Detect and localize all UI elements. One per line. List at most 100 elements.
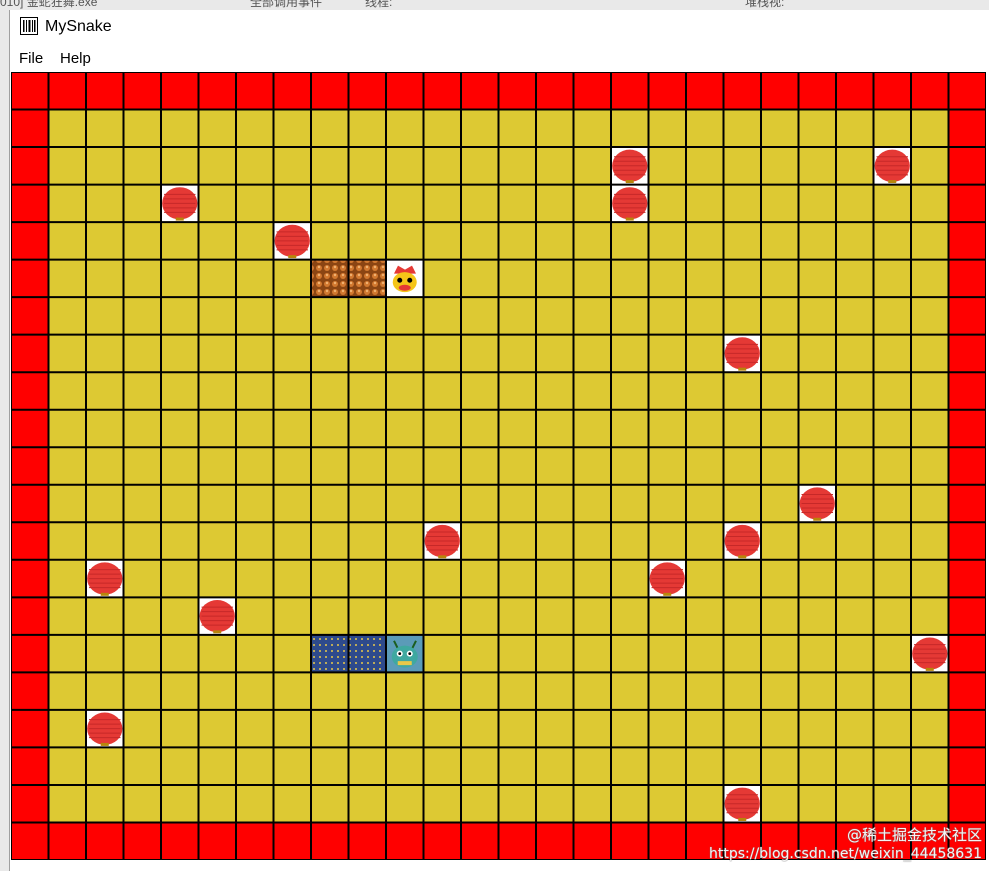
floor-cell xyxy=(911,447,949,485)
floor-cell xyxy=(686,185,724,223)
floor-cell xyxy=(911,147,949,185)
wall-cell xyxy=(499,72,537,110)
floor-cell xyxy=(386,597,424,635)
floor-cell xyxy=(49,335,87,373)
floor-cell xyxy=(499,372,537,410)
floor-cell xyxy=(86,260,124,298)
floor-cell xyxy=(874,110,912,148)
floor-cell xyxy=(424,222,462,260)
wall-cell xyxy=(199,822,237,860)
wall-cell xyxy=(836,72,874,110)
floor-cell xyxy=(649,260,687,298)
wall-cell xyxy=(11,560,49,598)
lion-snake-body-segment xyxy=(349,260,387,298)
floor-cell xyxy=(86,447,124,485)
floor-cell xyxy=(724,560,762,598)
floor-cell xyxy=(161,522,199,560)
floor-cell xyxy=(686,410,724,448)
floor-cell xyxy=(649,485,687,523)
floor-cell xyxy=(349,560,387,598)
wall-cell xyxy=(424,822,462,860)
wall-cell xyxy=(461,72,499,110)
wall-cell xyxy=(124,822,162,860)
floor-cell xyxy=(386,222,424,260)
floor-cell xyxy=(161,297,199,335)
floor-cell xyxy=(386,410,424,448)
wall-cell xyxy=(724,72,762,110)
floor-cell xyxy=(799,560,837,598)
floor-cell xyxy=(761,372,799,410)
floor-cell xyxy=(799,597,837,635)
floor-cell xyxy=(349,597,387,635)
wall-cell xyxy=(386,822,424,860)
floor-cell xyxy=(236,147,274,185)
floor-cell xyxy=(649,710,687,748)
floor-cell xyxy=(499,335,537,373)
floor-cell xyxy=(424,672,462,710)
floor-cell xyxy=(274,785,312,823)
floor-cell xyxy=(49,447,87,485)
floor-cell xyxy=(686,260,724,298)
background-window-edge xyxy=(0,10,9,871)
wall-cell xyxy=(349,822,387,860)
floor-cell xyxy=(386,297,424,335)
floor-cell xyxy=(461,335,499,373)
floor-cell xyxy=(761,297,799,335)
floor-cell xyxy=(236,335,274,373)
floor-cell xyxy=(86,635,124,673)
floor-cell xyxy=(686,785,724,823)
floor-cell xyxy=(161,485,199,523)
floor-cell xyxy=(574,522,612,560)
floor-cell xyxy=(799,785,837,823)
floor-cell xyxy=(386,747,424,785)
menu-help[interactable]: Help xyxy=(60,50,91,67)
floor-cell xyxy=(649,297,687,335)
floor-cell xyxy=(386,522,424,560)
floor-cell xyxy=(86,747,124,785)
floor-cell xyxy=(911,410,949,448)
floor-cell xyxy=(799,260,837,298)
floor-cell xyxy=(124,297,162,335)
floor-cell xyxy=(386,672,424,710)
floor-cell xyxy=(611,747,649,785)
wall-cell xyxy=(161,822,199,860)
background-title-text: 010] 金蛇狂舞.exe xyxy=(0,0,97,10)
floor-cell xyxy=(649,372,687,410)
floor-cell xyxy=(236,185,274,223)
floor-cell xyxy=(911,260,949,298)
floor-cell xyxy=(536,147,574,185)
wall-cell xyxy=(11,297,49,335)
floor-cell xyxy=(799,372,837,410)
floor-cell xyxy=(199,372,237,410)
floor-cell xyxy=(161,560,199,598)
floor-cell xyxy=(611,672,649,710)
wall-cell xyxy=(949,410,987,448)
floor-cell xyxy=(686,522,724,560)
floor-cell xyxy=(461,222,499,260)
floor-cell xyxy=(199,335,237,373)
floor-cell xyxy=(461,147,499,185)
floor-cell xyxy=(836,747,874,785)
floor-cell xyxy=(349,672,387,710)
floor-cell xyxy=(461,747,499,785)
floor-cell xyxy=(386,335,424,373)
wall-cell xyxy=(11,260,49,298)
floor-cell xyxy=(161,597,199,635)
wall-cell xyxy=(949,185,987,223)
title-bar[interactable]: MySnake xyxy=(10,10,989,44)
floor-cell xyxy=(311,672,349,710)
floor-cell xyxy=(311,185,349,223)
wall-cell xyxy=(686,72,724,110)
floor-cell xyxy=(274,447,312,485)
floor-cell xyxy=(424,185,462,223)
wall-cell xyxy=(949,260,987,298)
floor-cell xyxy=(536,260,574,298)
floor-cell xyxy=(274,260,312,298)
game-board[interactable] xyxy=(11,72,986,860)
menu-file[interactable]: File xyxy=(19,50,43,67)
wall-cell xyxy=(799,72,837,110)
wall-cell xyxy=(949,672,987,710)
wall-cell xyxy=(499,822,537,860)
floor-cell xyxy=(199,410,237,448)
floor-cell xyxy=(724,635,762,673)
